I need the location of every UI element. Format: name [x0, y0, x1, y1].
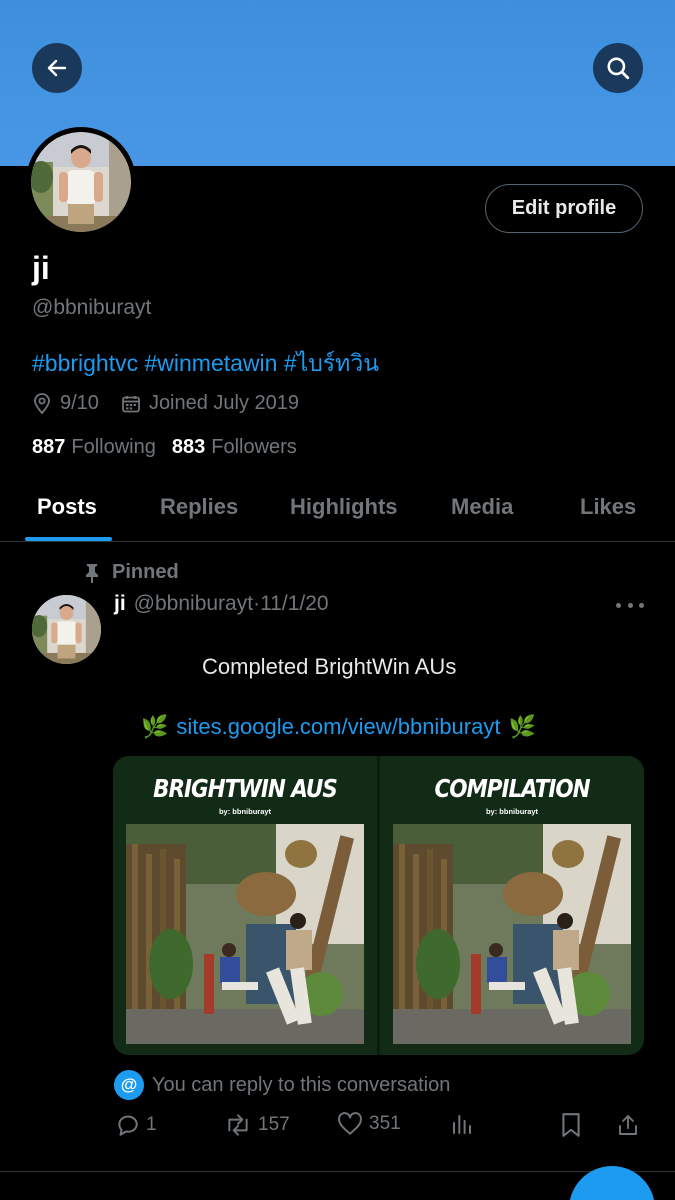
- back-button[interactable]: [32, 43, 82, 93]
- share-button[interactable]: [616, 1112, 646, 1138]
- pin-icon: [86, 563, 98, 583]
- location-pin-icon: [34, 392, 50, 414]
- profile-avatar[interactable]: [26, 127, 136, 237]
- pinned-indicator: Pinned: [84, 561, 179, 584]
- repost-button[interactable]: 157: [224, 1112, 290, 1138]
- reply-permission-note: @ You can reply to this conversation: [114, 1070, 450, 1100]
- tweet-author-handle[interactable]: @bbniburayt: [134, 592, 253, 616]
- search-icon: [607, 57, 630, 80]
- reply-note-text: You can reply to this conversation: [152, 1073, 451, 1096]
- edit-profile-button[interactable]: Edit profile: [485, 184, 643, 233]
- media-photo: [126, 824, 364, 1044]
- media-image-2[interactable]: COMPILATION by: bbniburayt: [380, 756, 644, 1055]
- reply-button[interactable]: 1: [114, 1112, 157, 1138]
- views-button[interactable]: [450, 1112, 480, 1136]
- media-photo: [393, 824, 631, 1044]
- tweet-link[interactable]: sites.google.com/view/bbniburayt: [176, 714, 500, 740]
- tweet-header: ji @bbniburayt · 11/1/20: [114, 592, 329, 616]
- profile-meta: 9/10 Joined July 2019: [32, 392, 321, 415]
- more-options-icon[interactable]: [616, 597, 644, 613]
- tab-likes[interactable]: Likes: [580, 494, 636, 520]
- tweet-avatar[interactable]: [32, 595, 101, 664]
- bookmark-button[interactable]: [560, 1112, 588, 1138]
- repost-icon: [228, 1114, 248, 1136]
- followers-count[interactable]: 883: [172, 436, 205, 459]
- following-count[interactable]: 887: [32, 436, 65, 459]
- media-byline: by: bbniburayt: [218, 807, 272, 816]
- following-label[interactable]: Following: [71, 436, 155, 459]
- herb-emoji-icon: 🌿: [508, 714, 536, 739]
- tab-media[interactable]: Media: [451, 494, 513, 520]
- media-title: BRIGHTWIN AUS: [153, 774, 338, 803]
- tab-replies[interactable]: Replies: [160, 494, 238, 520]
- arrow-left-icon: [47, 59, 67, 77]
- reply-count: 1: [146, 1114, 157, 1135]
- tweet-actions: 1 157 351: [114, 1112, 644, 1144]
- joined-item: Joined July 2019: [121, 392, 299, 415]
- media-byline: by: bbniburayt: [485, 807, 539, 816]
- tweet-link-line: 🌿 sites.google.com/view/bbniburayt 🌿: [141, 714, 536, 740]
- display-name: ji: [32, 250, 50, 286]
- followers-label[interactable]: Followers: [211, 436, 297, 459]
- repost-count: 157: [258, 1114, 290, 1135]
- tab-highlights[interactable]: Highlights: [290, 494, 398, 520]
- like-count: 351: [369, 1113, 401, 1134]
- like-button[interactable]: 351: [337, 1112, 401, 1136]
- profile-handle: @bbniburayt: [32, 296, 152, 319]
- profile-tabs: Posts Replies Highlights Media Likes: [0, 480, 675, 542]
- tweet-separator: ·: [253, 592, 261, 615]
- location-text: 9/10: [60, 392, 99, 414]
- profile-bio[interactable]: #bbrightvc #winmetawin #ไบร์ทวิน: [32, 346, 379, 382]
- tweet-date[interactable]: 11/1/20: [260, 592, 329, 616]
- analytics-icon: [453, 1115, 471, 1134]
- share-icon: [619, 1115, 637, 1135]
- tweet-text: Completed BrightWin AUs: [202, 654, 457, 679]
- joined-text: Joined July 2019: [148, 392, 300, 414]
- bookmark-icon: [562, 1113, 580, 1137]
- search-button[interactable]: [593, 43, 643, 93]
- media-image-1[interactable]: BRIGHTWIN AUS by: bbniburayt: [113, 756, 377, 1055]
- herb-emoji-icon: 🌿: [141, 714, 169, 739]
- media-title: COMPILATION: [434, 774, 590, 803]
- follow-stats: 887 Following 883 Followers: [32, 436, 313, 459]
- tweet-author-name[interactable]: ji: [114, 592, 126, 616]
- calendar-icon: [122, 395, 140, 412]
- heart-icon: [338, 1112, 362, 1135]
- tweet-media: BRIGHTWIN AUS by: bbniburayt COMPILATION…: [113, 756, 644, 1055]
- location-item: 9/10: [32, 392, 99, 415]
- tweet-divider: [0, 1171, 675, 1172]
- tab-posts[interactable]: Posts: [37, 494, 97, 520]
- at-mention-icon: @: [114, 1070, 144, 1100]
- active-tab-indicator: [25, 537, 112, 541]
- reply-icon: [118, 1115, 138, 1136]
- pinned-label: Pinned: [112, 561, 179, 583]
